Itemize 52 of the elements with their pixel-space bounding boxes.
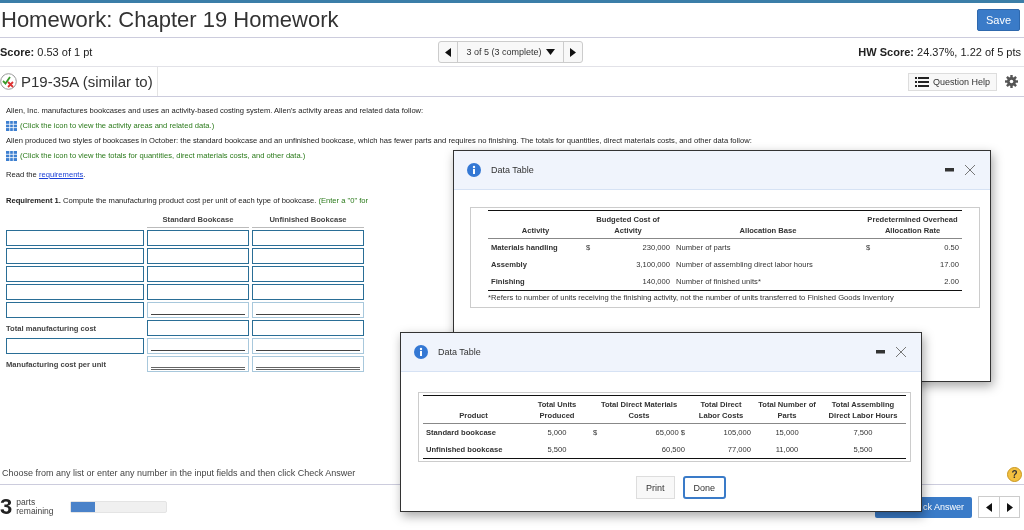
dialog-button[interactable]: Print bbox=[636, 476, 675, 499]
answer-field[interactable] bbox=[6, 338, 144, 354]
down-triangle-icon bbox=[545, 49, 555, 55]
answer-field[interactable] bbox=[147, 302, 249, 318]
answer-field[interactable] bbox=[147, 356, 249, 372]
right-triangle-icon bbox=[1006, 502, 1013, 512]
parts-label: parts remaining bbox=[16, 498, 55, 516]
answer-field[interactable] bbox=[252, 302, 364, 318]
minimize-icon[interactable] bbox=[945, 168, 954, 172]
parts-count: 3 bbox=[0, 497, 13, 517]
right-triangle-icon bbox=[569, 47, 576, 57]
hw-score-text: HW Score: 24.37%, 1.22 of 5 pts bbox=[857, 46, 1021, 58]
answer-field[interactable] bbox=[252, 356, 364, 372]
info-icon bbox=[467, 163, 481, 177]
answer-field[interactable] bbox=[147, 266, 249, 282]
answer-field[interactable] bbox=[147, 338, 249, 354]
answer-field[interactable] bbox=[147, 284, 249, 300]
left-triangle-icon bbox=[986, 502, 992, 512]
list-icon bbox=[914, 76, 929, 87]
answer-field[interactable] bbox=[252, 230, 364, 246]
dialog-button[interactable]: Done bbox=[682, 476, 726, 499]
answer-field[interactable] bbox=[6, 266, 144, 282]
info-icon bbox=[414, 345, 428, 359]
answer-field[interactable] bbox=[6, 248, 144, 264]
answer-field[interactable] bbox=[252, 248, 364, 264]
answer-field[interactable] bbox=[147, 320, 249, 336]
close-icon[interactable] bbox=[895, 346, 907, 358]
table-icon[interactable] bbox=[6, 150, 17, 161]
minimize-icon[interactable] bbox=[876, 350, 885, 354]
left-triangle-icon bbox=[445, 47, 452, 57]
dialog-title: Data Table bbox=[491, 165, 534, 175]
close-icon[interactable] bbox=[964, 164, 976, 176]
question-title: P19-35A (similar to) bbox=[21, 73, 153, 90]
answer-field[interactable] bbox=[147, 248, 249, 264]
save-button[interactable]: Save bbox=[976, 9, 1020, 31]
answer-field[interactable] bbox=[6, 284, 144, 300]
dialog-title: Data Table bbox=[438, 347, 481, 357]
page-title: Homework: Chapter 19 Homework bbox=[0, 7, 339, 33]
answer-field[interactable] bbox=[6, 302, 144, 318]
table-icon[interactable] bbox=[6, 120, 17, 131]
instruction-text: Choose from any list or enter any number in the input fields and then click Check Answer bbox=[2, 468, 356, 478]
answer-field[interactable] bbox=[252, 284, 364, 300]
help-mark: ? bbox=[1011, 469, 1018, 480]
answer-field[interactable] bbox=[6, 230, 144, 246]
answer-field[interactable] bbox=[252, 338, 364, 354]
score-text: Score: 0.53 of 1 pt bbox=[0, 46, 94, 58]
answer-field[interactable] bbox=[252, 266, 364, 282]
answer-field[interactable] bbox=[147, 230, 249, 246]
settings-icon[interactable] bbox=[1005, 75, 1018, 88]
help-icon[interactable]: ? bbox=[1007, 467, 1022, 482]
question-help-button[interactable]: Question Help bbox=[907, 72, 997, 91]
answer-field[interactable] bbox=[252, 320, 364, 336]
